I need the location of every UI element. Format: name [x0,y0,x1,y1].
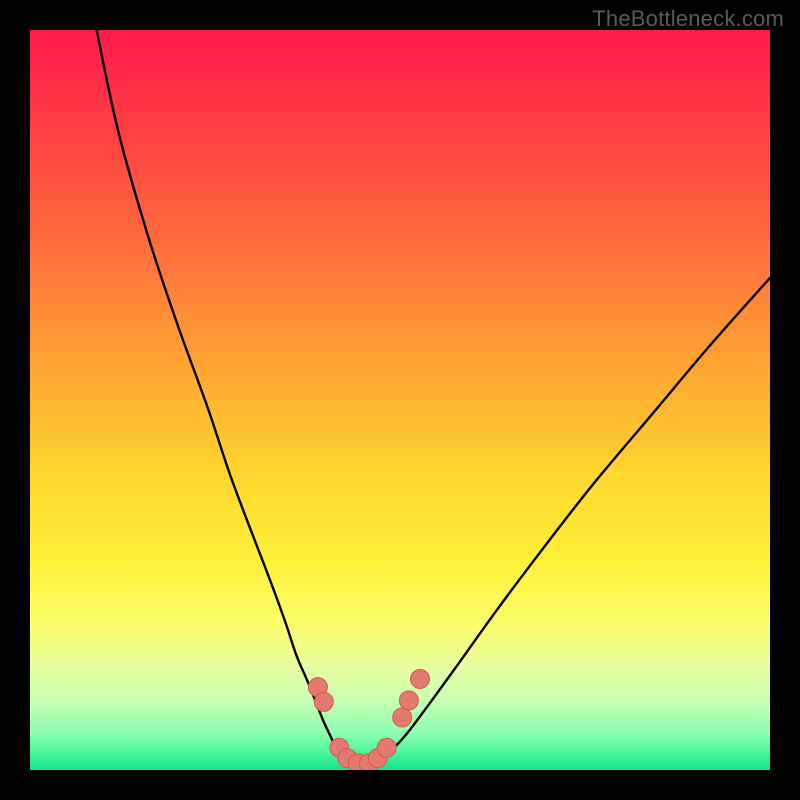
marker-dot [410,669,429,688]
watermark-text: TheBottleneck.com [592,6,784,32]
chart-frame: TheBottleneck.com [0,0,800,800]
marker-dot [399,691,418,710]
marker-group [308,669,429,770]
marker-dot [377,738,396,757]
plot-area [30,30,770,770]
marker-dot [314,692,333,711]
bottleneck-curve [97,30,770,765]
marker-dot [393,708,412,727]
curve-layer [30,30,770,770]
